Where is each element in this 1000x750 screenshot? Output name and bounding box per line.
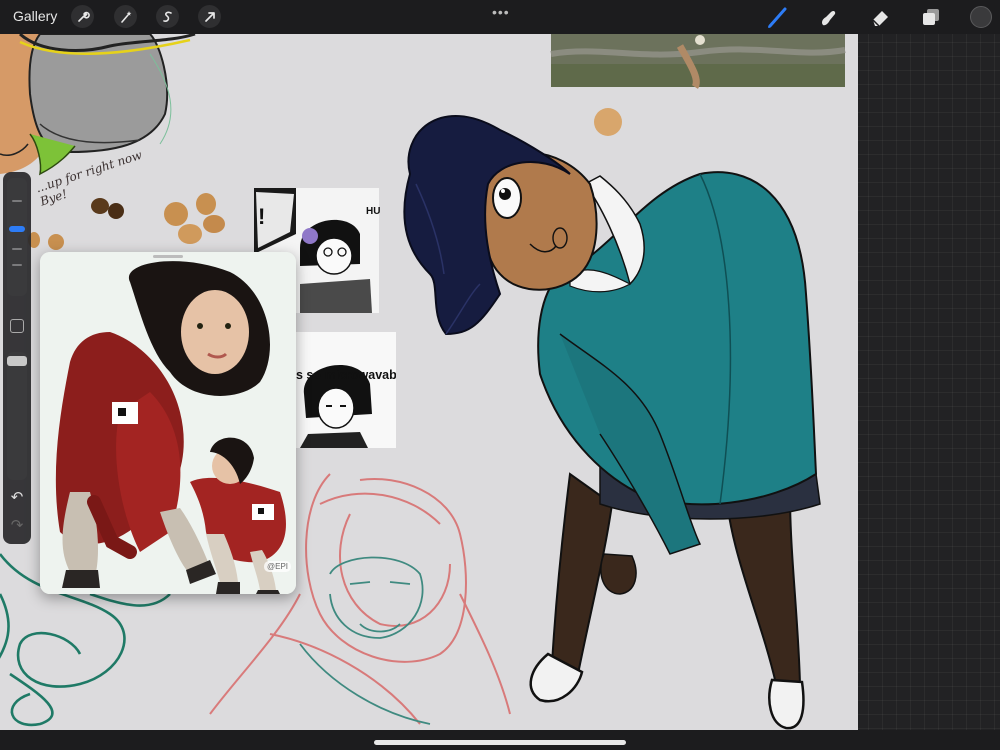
home-indicator[interactable] [374,740,626,745]
color-icon[interactable] [970,6,992,28]
reference-drag-handle[interactable] [153,255,183,258]
manga-caption: s so microwavable [296,368,396,382]
reference-photo [40,252,296,594]
opacity-thumb[interactable] [7,356,27,366]
selection-icon [162,11,172,22]
manga-sfx-right: HU [366,206,380,217]
top-left-sketch [0,34,196,176]
eraser-icon [872,11,888,27]
size-tick [12,264,22,266]
modify-button[interactable] [10,319,24,333]
smudge-button[interactable] [817,5,841,29]
teal-face-sketch [299,556,431,725]
size-tick [12,248,22,250]
reference-photo-landscape [550,34,846,89]
opacity-slider[interactable] [7,352,27,480]
brush-size-thumb[interactable] [9,226,25,232]
transform-arrow-icon [204,11,215,22]
actions-button[interactable] [71,5,94,28]
selection-button[interactable] [156,5,179,28]
brush-icon [768,7,787,28]
brush-button[interactable] [766,5,790,29]
manga-sfx-left: ! [258,204,265,229]
undo-button[interactable]: ↶ [7,488,27,508]
smudge-icon [822,10,836,26]
reference-window[interactable]: @EPI [40,252,296,594]
size-tick [12,200,22,202]
manga-panel-bottom [296,332,396,448]
layers-button[interactable] [919,5,943,29]
transform-button[interactable] [198,5,221,28]
layers-icon [923,9,939,25]
magic-wand-icon [120,10,131,23]
brush-sidebar: ↶ ↷ [3,172,31,544]
brush-size-slider[interactable] [7,178,27,296]
adjustments-button[interactable] [114,5,137,28]
top-toolbar: Gallery ••• [0,0,1000,34]
more-options-dots[interactable]: ••• [492,4,510,20]
gallery-button[interactable]: Gallery [13,8,57,24]
redo-icon: ↷ [10,517,24,534]
wrench-icon [77,11,90,22]
main-character-drawing [403,115,821,730]
eraser-button[interactable] [868,5,892,29]
undo-icon: ↶ [10,489,24,506]
reference-watermark: @EPI [264,561,292,572]
redo-button[interactable]: ↷ [7,516,27,536]
